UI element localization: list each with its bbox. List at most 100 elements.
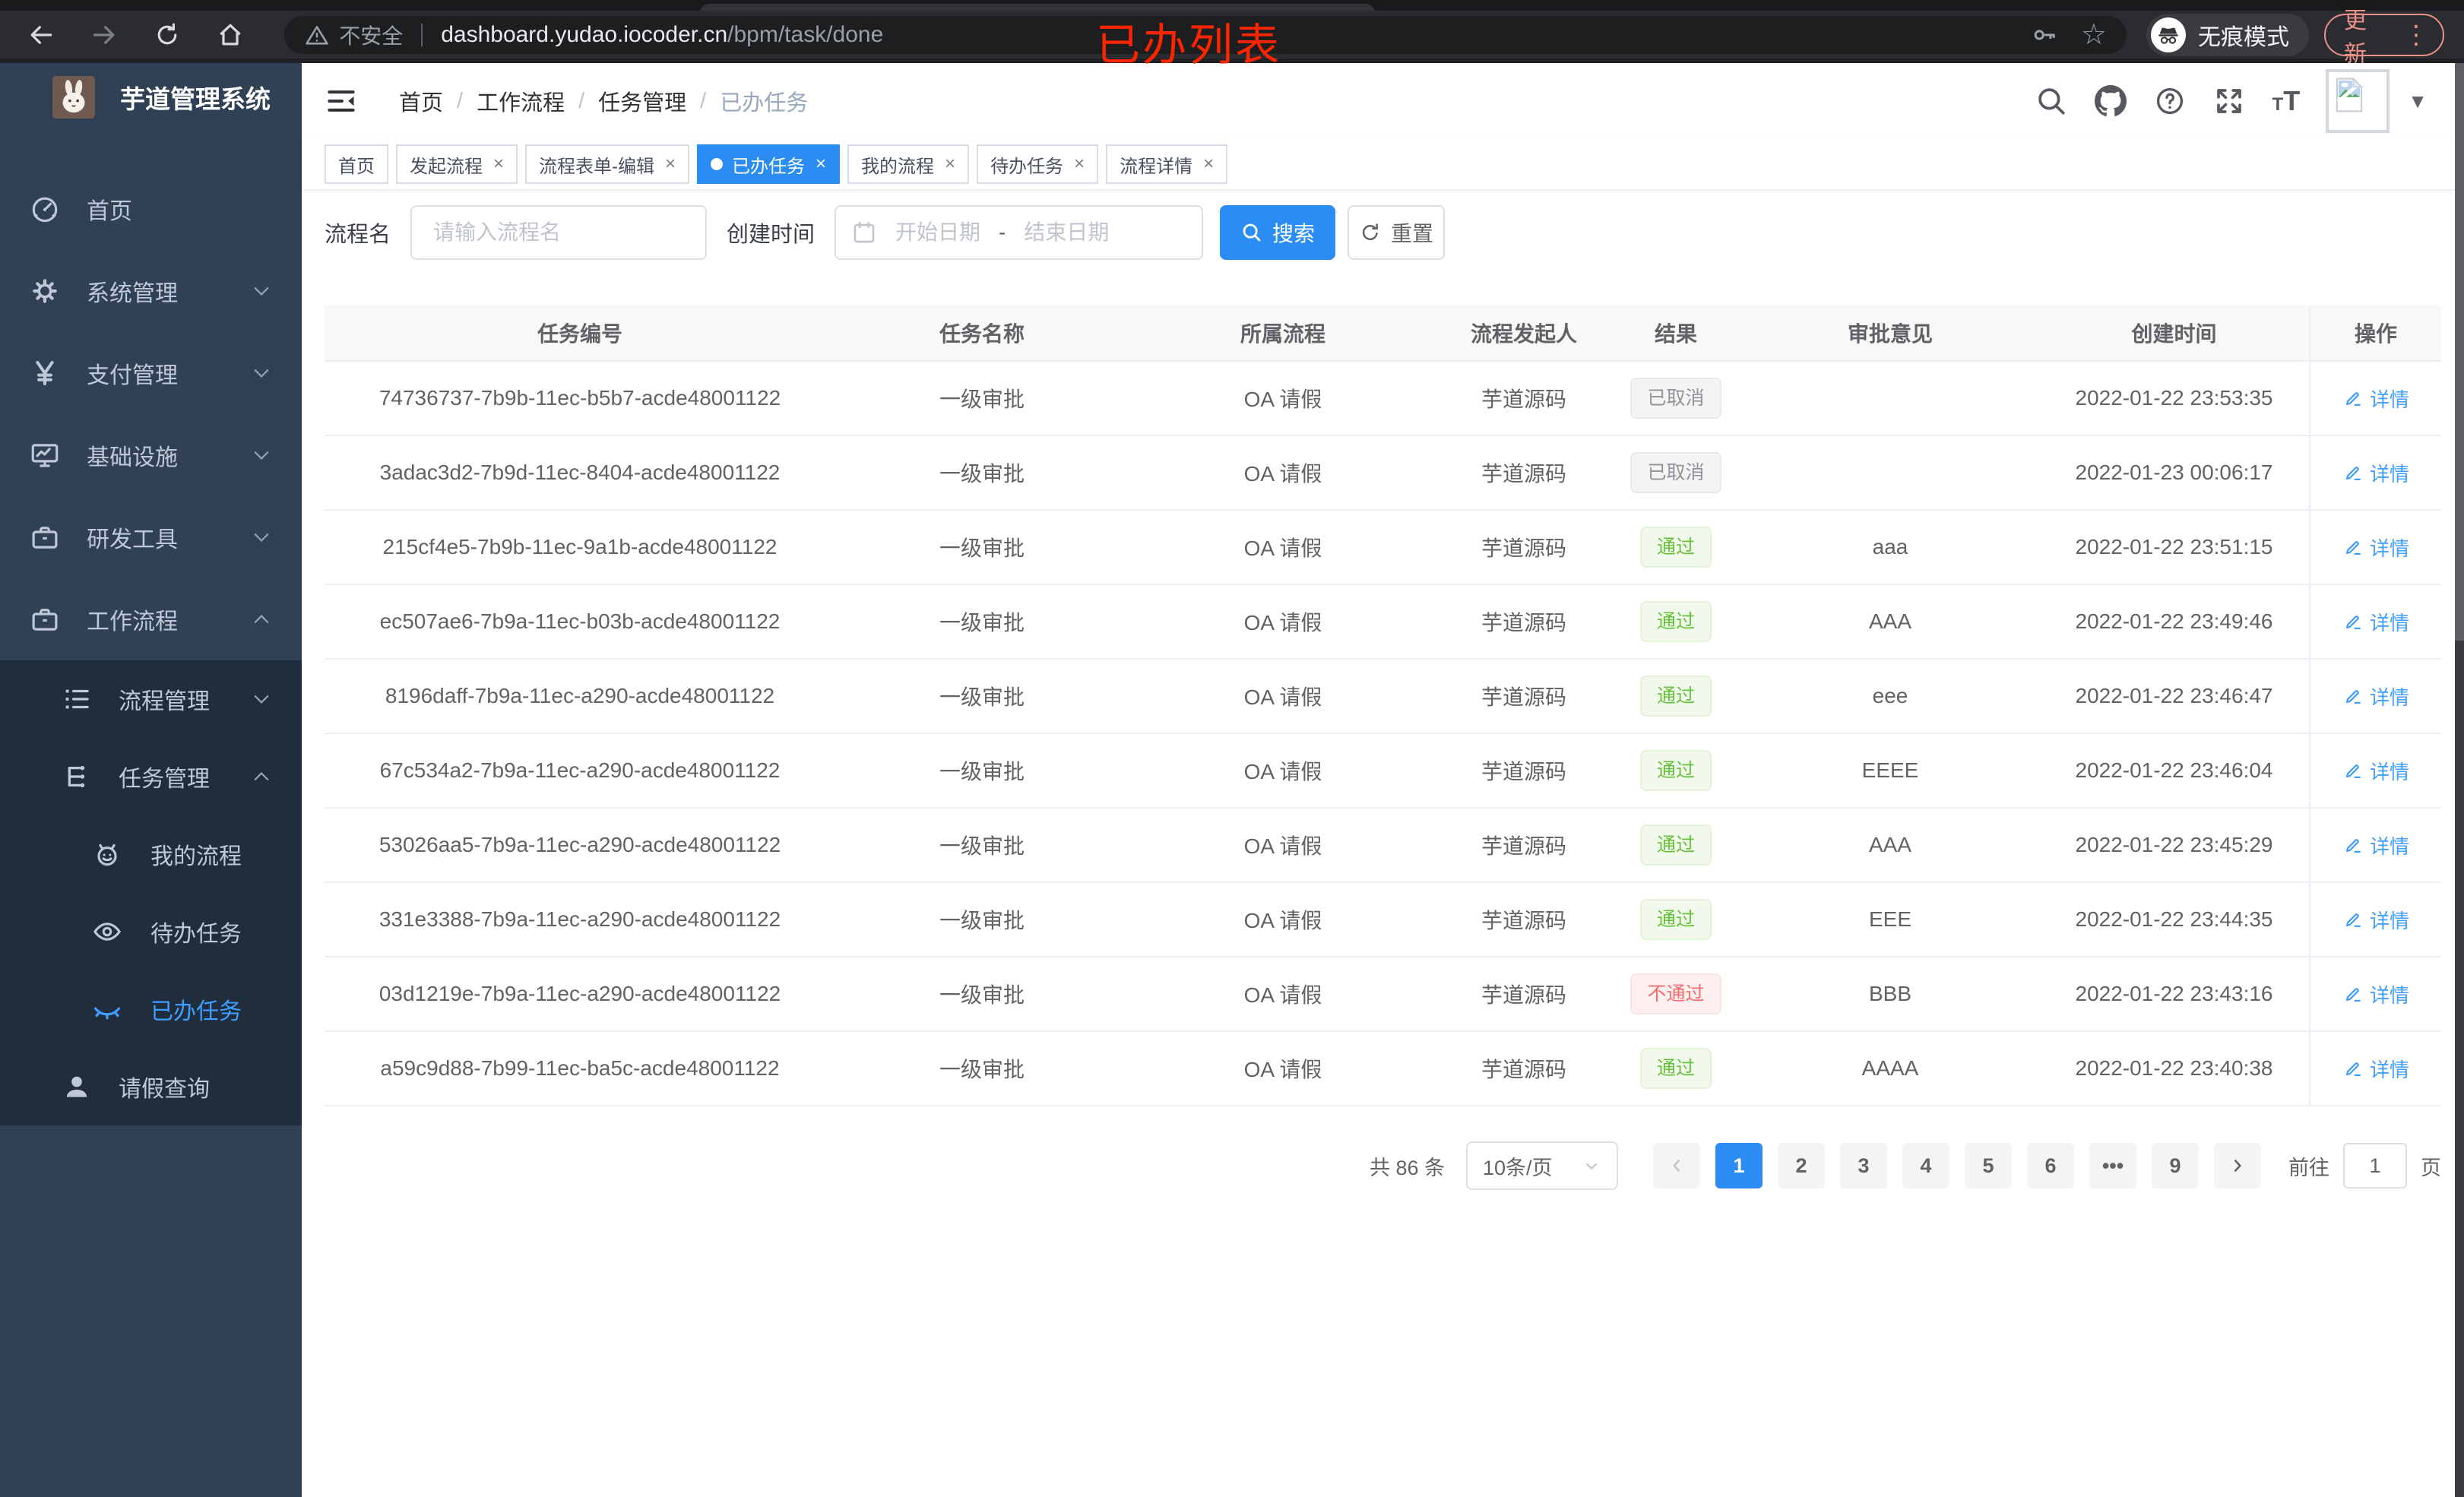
sidebar-collapse-icon[interactable]	[325, 84, 358, 118]
detail-button[interactable]: 详情	[2342, 608, 2409, 636]
tab-process-detail[interactable]: 流程详情 ×	[1106, 144, 1228, 184]
tab-todo-tasks-label: 待办任务	[990, 156, 1064, 177]
eye-closed-icon	[91, 993, 123, 1025]
task-id-cell: ec507ae6-7b9a-11ec-b03b-acde48001122	[379, 609, 781, 633]
breadcrumb-item[interactable]: 工作流程	[477, 85, 565, 117]
password-key-icon[interactable]	[2031, 21, 2058, 49]
sidebar-item-infra[interactable]: 基础设施	[0, 414, 302, 496]
more-pages-button[interactable]: •••	[2089, 1143, 2136, 1188]
not-secure-warning-icon	[304, 22, 330, 48]
close-icon[interactable]: ×	[493, 153, 504, 175]
page-button-4[interactable]: 4	[1902, 1143, 1949, 1188]
close-icon[interactable]: ×	[1074, 153, 1085, 175]
result-badge: 已取消	[1630, 452, 1721, 493]
detail-button[interactable]: 详情	[2342, 757, 2409, 785]
browser-menu-icon[interactable]: ⋮	[2403, 22, 2429, 48]
page-button-1[interactable]: 1	[1715, 1143, 1762, 1188]
sidebar-item-task-mgmt[interactable]: 任务管理	[0, 738, 302, 815]
tab-todo-tasks[interactable]: 待办任务 ×	[977, 144, 1099, 184]
page-button-5[interactable]: 5	[1965, 1143, 2012, 1188]
page-button-3[interactable]: 3	[1840, 1143, 1887, 1188]
date-range-separator: -	[999, 220, 1006, 244]
edit-pen-icon	[2342, 388, 2364, 409]
reset-button[interactable]: 重置	[1348, 205, 1446, 260]
browser-reload-icon[interactable]	[146, 14, 188, 56]
detail-label: 详情	[2369, 834, 2409, 858]
goto-page-input[interactable]	[2343, 1143, 2407, 1188]
page-scrollbar[interactable]	[2455, 63, 2464, 1497]
logo[interactable]: 芋道管理系统	[0, 63, 302, 131]
operation-cell: 详情	[2309, 1032, 2441, 1105]
yen-icon	[29, 357, 61, 389]
close-icon[interactable]: ×	[1203, 153, 1214, 175]
result-cell: 不通过	[1610, 973, 1741, 1014]
sidebar-item-leave-query[interactable]: 请假查询	[0, 1048, 302, 1125]
tab-start-process[interactable]: 发起流程 ×	[396, 144, 518, 184]
sidebar-item-process-mgmt[interactable]: 流程管理	[0, 660, 302, 738]
incognito-label: 无痕模式	[2197, 24, 2289, 50]
sidebar-item-my-process[interactable]: 我的流程	[0, 815, 302, 893]
edit-pen-icon	[2342, 685, 2364, 707]
sidebar-item-workflow[interactable]: 工作流程	[0, 578, 302, 660]
browser-back-icon[interactable]	[20, 14, 62, 56]
page-button-9[interactable]: 9	[2152, 1143, 2199, 1188]
end-date-input[interactable]	[1006, 220, 1128, 245]
sidebar-item-devtools[interactable]: 研发工具	[0, 496, 302, 578]
tab-form-edit[interactable]: 流程表单-编辑 ×	[525, 144, 690, 184]
close-icon[interactable]: ×	[816, 153, 826, 175]
detail-button[interactable]: 详情	[2342, 906, 2409, 934]
page: 不安全 dashboard.yudao.iocoder.cn/bpm/task/…	[0, 0, 2464, 1497]
browser-forward-icon[interactable]	[83, 14, 125, 56]
next-page-button[interactable]	[2214, 1143, 2261, 1188]
detail-button[interactable]: 详情	[2342, 1055, 2409, 1083]
detail-button[interactable]: 详情	[2342, 831, 2409, 859]
font-size-icon[interactable]: TT	[2272, 87, 2301, 115]
create-time-cell: 2022-01-22 23:44:35	[2075, 907, 2273, 931]
start-date-input[interactable]	[877, 220, 999, 245]
breadcrumb-item[interactable]: 任务管理	[598, 85, 686, 117]
detail-button[interactable]: 详情	[2342, 682, 2409, 711]
avatar[interactable]	[2326, 69, 2390, 133]
search-button[interactable]: 搜索	[1220, 205, 1336, 260]
comment-cell: EEE	[1868, 907, 1912, 931]
detail-button[interactable]: 详情	[2342, 533, 2409, 562]
update-button[interactable]: 更新 ⋮	[2323, 8, 2445, 67]
edit-pen-icon	[2342, 462, 2364, 483]
detail-label: 详情	[2369, 909, 2409, 932]
page-button-6[interactable]: 6	[2027, 1143, 2074, 1188]
close-icon[interactable]: ×	[665, 153, 676, 175]
sidebar-item-done-tasks[interactable]: 已办任务	[0, 970, 302, 1048]
page-size-select[interactable]: 10条/页	[1466, 1141, 1618, 1190]
tab-start-process-label: 发起流程	[410, 156, 483, 177]
calendar-icon	[851, 220, 877, 245]
process-name-input[interactable]	[410, 205, 708, 260]
bookmark-star-icon[interactable]: ☆	[2081, 21, 2107, 49]
task-id-cell: 67c534a2-7b9a-11ec-a290-acde48001122	[379, 758, 781, 782]
tab-my-process[interactable]: 我的流程 ×	[847, 144, 970, 184]
page-button-2[interactable]: 2	[1778, 1143, 1825, 1188]
caret-down-icon[interactable]: ▼	[2408, 90, 2428, 113]
help-icon[interactable]	[2154, 85, 2186, 117]
sidebar-item-todo-tasks[interactable]: 待办任务	[0, 893, 302, 970]
breadcrumb-item[interactable]: 首页	[399, 85, 443, 117]
page-suffix-label: 页	[2421, 1156, 2441, 1179]
chevron-right-icon	[2228, 1156, 2247, 1176]
detail-button[interactable]: 详情	[2342, 459, 2409, 487]
scrollbar-thumb[interactable]	[2455, 63, 2464, 641]
close-icon[interactable]: ×	[945, 153, 955, 175]
browser-home-icon[interactable]	[209, 14, 251, 56]
detail-button[interactable]: 详情	[2342, 980, 2409, 1008]
tree-icon	[61, 761, 93, 793]
date-range-picker[interactable]: -	[835, 205, 1204, 260]
detail-button[interactable]: 详情	[2342, 385, 2409, 413]
fullscreen-icon[interactable]	[2213, 85, 2245, 117]
sidebar-item-home[interactable]: 首页	[0, 168, 302, 250]
tab-home[interactable]: 首页	[325, 144, 388, 184]
sidebar-item-payment[interactable]: 支付管理	[0, 332, 302, 414]
github-icon[interactable]	[2094, 85, 2127, 117]
prev-page-button[interactable]	[1653, 1143, 1700, 1188]
tab-done-tasks[interactable]: 已办任务 ×	[697, 144, 841, 184]
result-cell: 通过	[1610, 824, 1741, 866]
sidebar-item-system[interactable]: 系统管理	[0, 250, 302, 332]
search-icon[interactable]	[2035, 85, 2067, 117]
